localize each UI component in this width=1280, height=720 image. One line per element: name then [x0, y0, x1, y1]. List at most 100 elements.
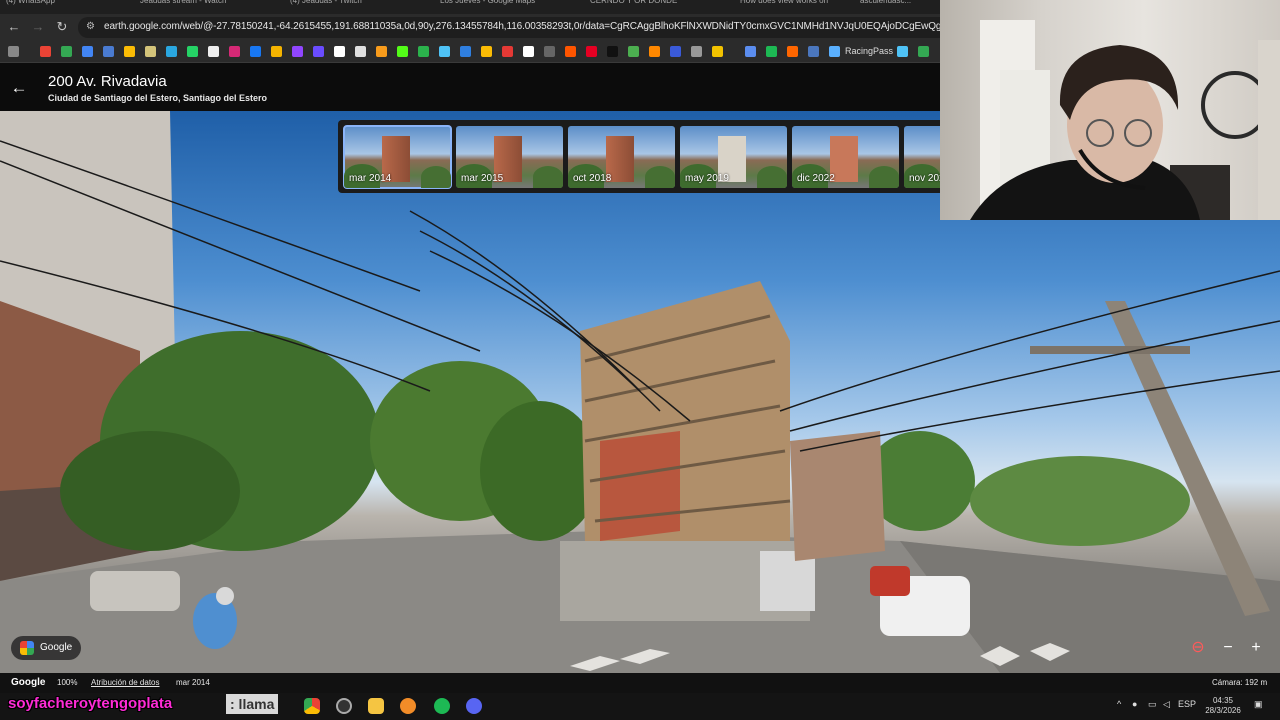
drive-icon[interactable] [82, 46, 93, 57]
url-field[interactable]: ⚙ earth.google.com/web/@-27.78150241,-64… [78, 17, 1008, 38]
instagram-icon[interactable] [229, 46, 240, 57]
taskbar: ^ ● ▭ ◁ ESP 04:35 28/3/2026 ▣ [0, 693, 1280, 720]
language-indicator[interactable]: ESP [1178, 699, 1196, 709]
pinterest-icon[interactable] [586, 46, 597, 57]
clock-date: 28/3/2026 [1205, 706, 1241, 715]
timeline-thumb-oct-2018[interactable]: oct 2018 [568, 126, 675, 188]
bookmark-icon[interactable] [787, 46, 798, 57]
location-title: 200 Av. Rivadavia [48, 73, 167, 90]
network-icon[interactable]: ▭ [1148, 699, 1157, 710]
timeline-thumb-mar-2015[interactable]: mar 2015 [456, 126, 563, 188]
forward-arrow-icon[interactable]: → [30, 19, 46, 35]
reload-icon[interactable]: ↻ [54, 19, 70, 35]
folder-icon[interactable] [368, 698, 384, 714]
bookmark-icon[interactable] [481, 46, 492, 57]
bookmark-icon[interactable] [439, 46, 450, 57]
bookmark-icon[interactable] [745, 46, 756, 57]
bookmark-icon[interactable] [628, 46, 639, 57]
bookmark-icon[interactable] [808, 46, 819, 57]
bookmark-icon[interactable] [712, 46, 723, 57]
bookmark-icon[interactable] [355, 46, 366, 57]
google-button[interactable]: Google [11, 636, 81, 660]
chrome-icon[interactable] [304, 698, 320, 714]
bookmark-icon[interactable] [313, 46, 324, 57]
obs-icon[interactable] [336, 698, 352, 714]
bookmark-icon[interactable] [649, 46, 660, 57]
timeline-thumb-may-2019[interactable]: may 2019 [680, 126, 787, 188]
tab-maps[interactable]: Los Jueves - Google Maps [440, 0, 580, 10]
zoom-out-button[interactable]: − [1216, 636, 1240, 660]
webcam-drawing [970, 20, 1280, 220]
whatsapp-icon[interactable] [187, 46, 198, 57]
back-arrow-icon[interactable]: ← [10, 79, 28, 97]
bookmark-icon[interactable] [460, 46, 471, 57]
site-info-icon[interactable]: ⚙ [86, 21, 98, 33]
earth-status-bar: Google 100% Atribución de datos mar 2014… [0, 673, 1280, 693]
thumb-tree [757, 166, 787, 188]
app-icon[interactable] [400, 698, 416, 714]
discord-icon[interactable] [466, 698, 482, 714]
maps-icon[interactable] [61, 46, 72, 57]
facebook-icon[interactable] [250, 46, 261, 57]
apps-icon[interactable] [8, 46, 19, 57]
bookmark-icon[interactable] [670, 46, 681, 57]
bookmark-icon[interactable] [376, 46, 387, 57]
bookmark-icon[interactable] [766, 46, 777, 57]
timeline-thumb-label: nov 2023 [909, 173, 940, 184]
kick-icon[interactable] [397, 46, 408, 57]
bookmark-icon[interactable] [502, 46, 513, 57]
thumb-tree [869, 166, 899, 188]
timeline-thumb-label: may 2019 [685, 173, 729, 184]
timeline-thumb-nov-2023[interactable]: nov 2023 [904, 126, 940, 188]
address-bar-row: ← → ↻ ⚙ earth.google.com/web/@-27.781502… [0, 14, 1008, 41]
bookmark-icon[interactable] [544, 46, 555, 57]
thumb-tree [533, 166, 563, 188]
zoom-controls: ⊖ − + [1186, 636, 1268, 660]
bookmark-icon[interactable] [897, 46, 908, 57]
telegram-icon[interactable] [166, 46, 177, 57]
bookmark-icon[interactable] [334, 46, 345, 57]
timeline-thumb-label: oct 2018 [573, 173, 612, 184]
tab-cerndo[interactable]: CERNDO Y OR DONDE [590, 0, 730, 10]
tab-twitch[interactable]: (4) Jeaudas - Twitch [290, 0, 430, 10]
docs-icon[interactable] [103, 46, 114, 57]
bookmark-icon[interactable] [523, 46, 534, 57]
back-arrow-icon[interactable]: ← [6, 19, 22, 35]
notifications-icon[interactable]: ▣ [1254, 699, 1263, 710]
twitch-icon[interactable] [292, 46, 303, 57]
url-text: earth.google.com/web/@-27.78150241,-64.2… [104, 21, 1008, 32]
browser-tab-strip: (4) WhatsApp Jeaudas stream - Watch (4) … [0, 0, 940, 14]
data-attribution-link[interactable]: Atribución de datos [91, 678, 160, 687]
timeline-thumb-mar-2014[interactable]: mar 2014 [343, 125, 452, 189]
timeline-thumb-dic-2022[interactable]: dic 2022 [792, 126, 899, 188]
bookmark-icon[interactable] [418, 46, 429, 57]
google-maps-icon [20, 641, 34, 655]
bookmark-icon[interactable] [271, 46, 282, 57]
x-icon[interactable] [208, 46, 219, 57]
location-subtitle: Ciudad de Santiago del Estero, Santiago … [48, 93, 268, 103]
tab-stream[interactable]: Jeaudas stream - Watch [140, 0, 280, 10]
volume-icon[interactable]: ◁ [1163, 699, 1170, 710]
microphone-icon[interactable]: ● [1132, 699, 1137, 709]
soundcloud-icon[interactable] [565, 46, 576, 57]
tiktok-icon[interactable] [607, 46, 618, 57]
system-clock[interactable]: 04:35 28/3/2026 [1198, 696, 1248, 716]
bookmark-racingpass[interactable]: RacingPass [845, 46, 893, 56]
spotify-icon[interactable] [434, 698, 450, 714]
thumb-tree [645, 166, 675, 188]
bookmark-icon[interactable] [918, 46, 929, 57]
bookmark-icon[interactable] [145, 46, 156, 57]
screen: (4) WhatsApp Jeaudas stream - Watch (4) … [0, 0, 1280, 720]
zoom-in-button[interactable]: + [1244, 636, 1268, 660]
racingpass-icon [829, 46, 840, 57]
compass-icon[interactable]: ⊖ [1186, 636, 1210, 660]
gmail-icon[interactable] [40, 46, 51, 57]
street-view-header: ← 200 Av. Rivadavia Ciudad de Santiago d… [0, 63, 940, 111]
google-button-label: Google [40, 642, 73, 653]
tray-chevron-icon[interactable]: ^ [1117, 699, 1121, 709]
bookmark-icon[interactable] [691, 46, 702, 57]
tab-streetview-info[interactable]: How does view works on [740, 0, 850, 10]
bookmark-icon[interactable] [124, 46, 135, 57]
tab-other[interactable]: ascuiendasc... [860, 0, 940, 10]
tab-whatsapp[interactable]: (4) WhatsApp [6, 0, 126, 10]
